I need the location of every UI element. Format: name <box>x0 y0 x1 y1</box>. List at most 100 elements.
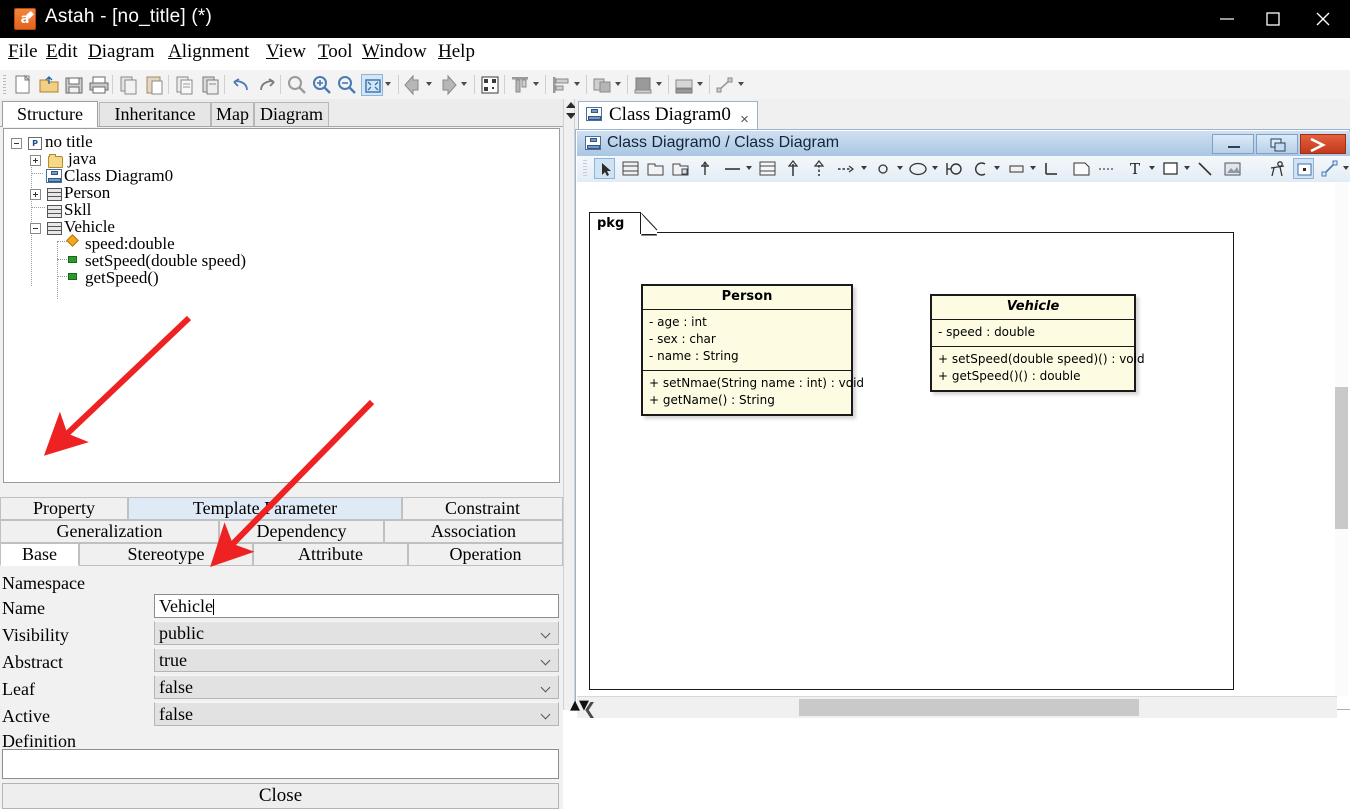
subpackage-icon[interactable] <box>670 158 691 179</box>
active-combobox[interactable]: false <box>154 702 559 726</box>
menu-file[interactable]: File <box>6 41 40 63</box>
connector-icon[interactable] <box>1319 158 1340 179</box>
uml-class-person[interactable]: Person - age : int - sex : char - name :… <box>641 284 864 416</box>
stickman-icon[interactable] <box>1267 158 1288 179</box>
ptab-template-parameter[interactable]: Template Parameter <box>128 497 402 520</box>
forward-dropdown-arrow-icon[interactable] <box>461 82 468 87</box>
forward-icon[interactable] <box>437 74 459 96</box>
ptab-generalization[interactable]: Generalization <box>0 520 219 543</box>
auto-layout-dropdown-arrow-icon[interactable] <box>697 82 704 87</box>
note-class-icon[interactable] <box>757 158 778 179</box>
chevron-down-icon[interactable] <box>542 684 551 693</box>
connector-dropdown-arrow-icon[interactable] <box>1343 166 1350 171</box>
internal-frame-restore-button[interactable] <box>1256 134 1298 154</box>
paste-icon[interactable] <box>144 74 166 96</box>
internal-frame-minimize-button[interactable] <box>1212 134 1254 154</box>
align-left-icon[interactable] <box>550 74 572 96</box>
ptab-base[interactable]: Base <box>0 543 79 566</box>
package-icon[interactable] <box>645 158 666 179</box>
tree-toggle-java[interactable] <box>30 155 41 166</box>
leaf-combobox[interactable]: false <box>154 675 559 699</box>
text-icon[interactable]: T <box>1125 158 1146 179</box>
note-anchor-icon[interactable] <box>1096 158 1117 179</box>
port-dropdown-arrow-icon[interactable] <box>897 166 904 171</box>
same-size-dropdown-arrow-icon[interactable] <box>615 82 622 87</box>
redo-icon[interactable] <box>256 74 278 96</box>
chevron-down-icon[interactable] <box>542 630 551 639</box>
required-interface-dropdown-arrow-icon[interactable] <box>994 166 1001 171</box>
rect-dropdown-arrow-icon[interactable] <box>1184 166 1191 171</box>
diagram-toolbar-grip[interactable] <box>583 160 587 178</box>
layout-icon[interactable] <box>632 74 654 96</box>
ptab-operation[interactable]: Operation <box>408 543 563 566</box>
association-dropdown-arrow-icon[interactable] <box>746 166 753 171</box>
tree-toggle-vehicle[interactable] <box>30 223 41 234</box>
window-close-button[interactable] <box>1300 0 1346 38</box>
class-icon[interactable] <box>620 158 641 179</box>
definition-textarea[interactable] <box>2 749 559 779</box>
usecase-dropdown-arrow-icon[interactable] <box>932 166 939 171</box>
same-size-icon[interactable] <box>591 74 613 96</box>
align-left-dropdown-arrow-icon[interactable] <box>574 82 581 87</box>
auto-layout-icon[interactable] <box>673 74 695 96</box>
align-top-icon[interactable] <box>509 74 531 96</box>
print-icon[interactable] <box>88 74 110 96</box>
open-project-icon[interactable] <box>38 74 60 96</box>
vertical-scroll-thumb[interactable] <box>1335 387 1348 529</box>
internal-frame-close-button[interactable] <box>1300 134 1346 154</box>
line-icon[interactable] <box>1195 158 1216 179</box>
diagram-canvas[interactable]: pkg Person - age : int - sex : char - na… <box>577 182 1350 709</box>
new-project-icon[interactable] <box>12 74 34 96</box>
canvas-vertical-scrollbar[interactable] <box>1335 182 1348 696</box>
dependency-icon[interactable] <box>835 158 856 179</box>
tab-inheritance[interactable]: Inheritance <box>99 102 211 126</box>
chevron-down-icon[interactable] <box>542 711 551 720</box>
save-icon[interactable] <box>63 74 85 96</box>
zoom-dropdown-arrow-icon[interactable] <box>385 82 392 87</box>
window-minimize-button[interactable] <box>1204 0 1250 38</box>
ptab-stereotype[interactable]: Stereotype <box>79 543 253 566</box>
horizontal-scroll-thumb[interactable] <box>799 699 1139 716</box>
layout-dropdown-arrow-icon[interactable] <box>656 82 663 87</box>
provided-interface-icon[interactable] <box>943 158 964 179</box>
copy-model-icon[interactable] <box>174 74 196 96</box>
note-icon[interactable] <box>1071 158 1092 179</box>
menu-view[interactable]: View <box>264 41 308 63</box>
link-icon[interactable] <box>1041 158 1062 179</box>
zoom-in-icon[interactable] <box>311 74 333 96</box>
line-style-dropdown-arrow-icon[interactable] <box>738 82 745 87</box>
undo-icon[interactable] <box>230 74 252 96</box>
generalization-arrow-icon[interactable] <box>695 158 716 179</box>
align-top-dropdown-arrow-icon[interactable] <box>533 82 540 87</box>
back-dropdown-arrow-icon[interactable] <box>426 82 433 87</box>
ptab-constraint[interactable]: Constraint <box>402 497 563 520</box>
tree-toggle-no-title[interactable] <box>11 138 22 149</box>
ptab-attribute[interactable]: Attribute <box>253 543 408 566</box>
menu-edit[interactable]: Edit <box>44 41 80 63</box>
tree-item-getspeed[interactable]: getSpeed() <box>85 268 159 288</box>
menu-window[interactable]: Window <box>360 41 429 63</box>
usecase-icon[interactable] <box>908 158 929 179</box>
canvas-horizontal-scrollbar[interactable]: ❮ <box>577 696 1337 718</box>
menu-help[interactable]: Help <box>436 41 477 63</box>
status-bar-nav[interactable]: ▲▼ <box>570 698 589 713</box>
select-icon[interactable] <box>594 158 615 179</box>
window-maximize-button[interactable] <box>1250 0 1296 38</box>
rect-icon[interactable] <box>1160 158 1181 179</box>
tree-toggle-person[interactable] <box>30 189 41 200</box>
tab-map[interactable]: Map <box>211 102 254 126</box>
zoom-normal-icon[interactable] <box>286 74 308 96</box>
port-icon[interactable] <box>873 158 894 179</box>
qr-icon[interactable] <box>479 74 501 96</box>
name-input[interactable]: Vehicle <box>154 594 559 618</box>
menu-alignment[interactable]: Alignment <box>166 41 251 63</box>
chevron-down-icon[interactable] <box>542 657 551 666</box>
association-icon[interactable] <box>722 158 743 179</box>
anchor-icon[interactable] <box>1293 158 1314 179</box>
pane-splitter[interactable] <box>563 99 576 710</box>
tab-structure[interactable]: Structure <box>2 101 98 127</box>
back-icon[interactable] <box>402 74 424 96</box>
ptab-association[interactable]: Association <box>384 520 563 543</box>
copy-icon[interactable] <box>118 74 140 96</box>
menu-diagram[interactable]: Diagram <box>86 41 157 63</box>
